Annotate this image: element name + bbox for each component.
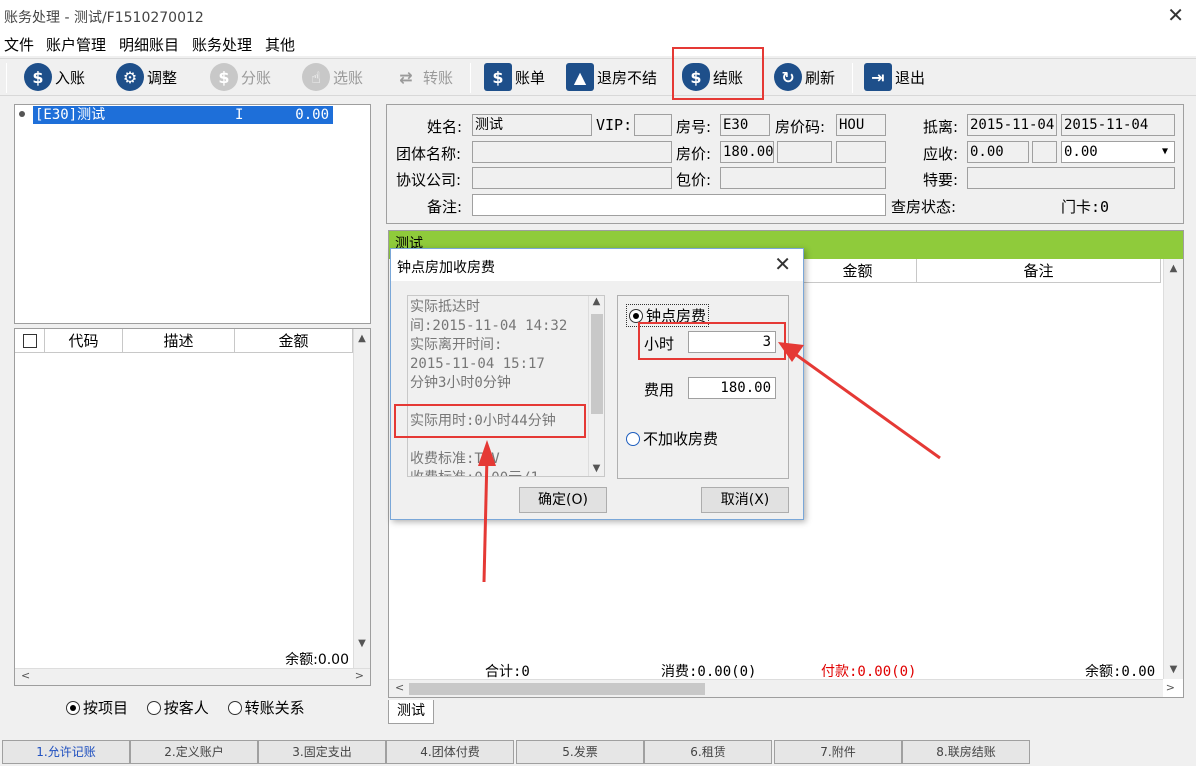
transfer-button[interactable]: ⇄ 转账 [392, 60, 453, 94]
transfer-icon: ⇄ [399, 67, 413, 87]
price-extra-2[interactable] [836, 141, 886, 163]
detail-total: 合计:0 [485, 664, 530, 680]
detail-vscrollbar[interactable]: ▲ ▼ [1163, 259, 1183, 679]
tab-attachment[interactable]: 7.附件 [774, 740, 902, 764]
guest-info-panel: 姓名: 测试 VIP: 房号: E30 房价码: HOU 抵离: 2015-11… [386, 104, 1184, 224]
tab-linked-checkout[interactable]: 8.联房结账 [902, 740, 1030, 764]
detail-consume: 消费:0.00(0) [661, 664, 757, 680]
tab-group-pay[interactable]: 4.团体付费 [386, 740, 514, 764]
menu-file[interactable]: 文件 [4, 34, 34, 55]
menu-billing[interactable]: 账务处理 [192, 34, 252, 55]
detail-payment: 付款:0.00(0) [821, 664, 917, 680]
split-button[interactable]: $ 分账 [210, 60, 271, 94]
guest-name-field[interactable]: 测试 [472, 114, 592, 136]
adjust-button[interactable]: ⚙ 调整 [116, 60, 177, 94]
bill-button[interactable]: $ 账单 [484, 60, 545, 94]
info-scrollbar[interactable]: ▲ ▼ [588, 296, 604, 476]
close-icon[interactable]: ✕ [1167, 3, 1184, 27]
cancel-button[interactable]: 取消(X) [701, 487, 789, 513]
detail-tab[interactable]: 测试 [388, 700, 434, 724]
hand-coin-icon: $ [210, 63, 238, 91]
due-select[interactable]: 0.00 ▼ [1061, 141, 1175, 163]
toolbar: $ 入账 ⚙ 调整 $ 分账 ☝ 选账 ⇄ 转账 $ 账单 ▲ 退房不结 $ 结… [0, 58, 1196, 96]
remark-field[interactable] [472, 194, 886, 216]
tab-invoice[interactable]: 5.发票 [516, 740, 644, 764]
highlight-hours [638, 322, 786, 360]
group-field[interactable] [472, 141, 672, 163]
highlight-actual-time [394, 404, 586, 438]
select-all-checkbox[interactable] [15, 329, 45, 353]
price-field[interactable]: 180.00 [720, 141, 774, 163]
tab-allow-charge[interactable]: 1.允许记账 [2, 740, 130, 764]
due-field-1[interactable]: 0.00 [967, 141, 1029, 163]
refresh-icon: ↻ [774, 63, 802, 91]
title-bar: 账务处理 - 测试/F1510270012 ✕ [0, 0, 1196, 32]
special-field[interactable] [967, 167, 1175, 189]
tab-fixed-expense[interactable]: 3.固定支出 [258, 740, 386, 764]
ok-button[interactable]: 确定(O) [519, 487, 607, 513]
col-detail-amount[interactable]: 金额 [799, 259, 917, 283]
building-icon: ▲ [566, 63, 594, 91]
chevron-down-icon: ▼ [1161, 146, 1168, 157]
col-desc[interactable]: 描述 [123, 329, 235, 353]
opt-by-item[interactable]: 按项目 [66, 699, 128, 717]
account-list: [E30]测试 I 0.00 [14, 104, 371, 324]
menu-bar: 文件 账户管理 明细账目 账务处理 其他 [0, 32, 1196, 56]
exit-button[interactable]: ⇥ 退出 [864, 60, 925, 94]
select-button[interactable]: ☝ 选账 [302, 60, 363, 94]
post-button[interactable]: $ 入账 [24, 60, 85, 94]
depart-field[interactable]: 2015-11-04 [1061, 114, 1175, 136]
opt-transfer-relation[interactable]: 转账关系 [227, 699, 305, 717]
rate-code-field[interactable]: HOU [836, 114, 886, 136]
tree-node-icon [19, 111, 25, 117]
items-table: 代码 描述 金额 ▲ ▼ 余额:0.00 < > [14, 328, 371, 686]
opt-by-guest[interactable]: 按客人 [146, 699, 209, 717]
vip-field[interactable] [634, 114, 672, 136]
col-amount[interactable]: 金额 [235, 329, 353, 353]
window-title: 账务处理 - 测试/F1510270012 [4, 10, 204, 26]
hourly-fee-dialog: 钟点房加收房费 ✕ 实际抵达时 间:2015-11-04 14:32 实际离开时… [390, 248, 804, 520]
refresh-button[interactable]: ↻ 刷新 [774, 60, 835, 94]
menu-other[interactable]: 其他 [265, 34, 295, 55]
gear-icon: ⚙ [116, 63, 144, 91]
items-balance: 余额:0.00 [221, 649, 353, 669]
dialog-titlebar: 钟点房加收房费 ✕ [391, 249, 803, 281]
company-field[interactable] [472, 167, 672, 189]
hscrollbar[interactable]: < > [15, 668, 370, 685]
info-listbox[interactable]: 实际抵达时 间:2015-11-04 14:32 实际离开时间: 2015-11… [407, 295, 605, 477]
package-field[interactable] [720, 167, 886, 189]
checkout-no-settle-button[interactable]: ▲ 退房不结 [566, 60, 657, 94]
room-field[interactable]: E30 [720, 114, 770, 136]
tab-define-account[interactable]: 2.定义账户 [130, 740, 258, 764]
exit-icon: ⇥ [864, 63, 892, 91]
col-code[interactable]: 代码 [45, 329, 123, 353]
vscrollbar[interactable]: ▲ ▼ [353, 329, 370, 669]
view-options: 按项目 按客人 转账关系 [66, 697, 305, 718]
due-field-gap[interactable] [1032, 141, 1057, 163]
opt-no-fee[interactable]: 不加收房费 [626, 428, 718, 449]
tab-lease[interactable]: 6.租赁 [644, 740, 772, 764]
fee-input[interactable]: 180.00 [688, 377, 776, 399]
dollar-icon: $ [24, 63, 52, 91]
arrive-field[interactable]: 2015-11-04 [967, 114, 1057, 136]
account-row[interactable]: [E30]测试 I 0.00 [33, 106, 333, 124]
bill-icon: $ [484, 63, 512, 91]
menu-account-manage[interactable]: 账户管理 [46, 34, 106, 55]
dialog-title: 钟点房加收房费 [397, 260, 495, 276]
price-extra-1[interactable] [777, 141, 832, 163]
dialog-close-icon[interactable]: ✕ [774, 252, 791, 276]
pointer-hand-icon: ☝ [302, 63, 330, 91]
col-detail-remark[interactable]: 备注 [917, 259, 1161, 283]
detail-hscrollbar[interactable]: < > [389, 679, 1175, 697]
menu-detail[interactable]: 明细账目 [119, 34, 179, 55]
detail-balance: 余额:0.00 [1085, 664, 1156, 680]
highlight-settle [672, 47, 764, 100]
